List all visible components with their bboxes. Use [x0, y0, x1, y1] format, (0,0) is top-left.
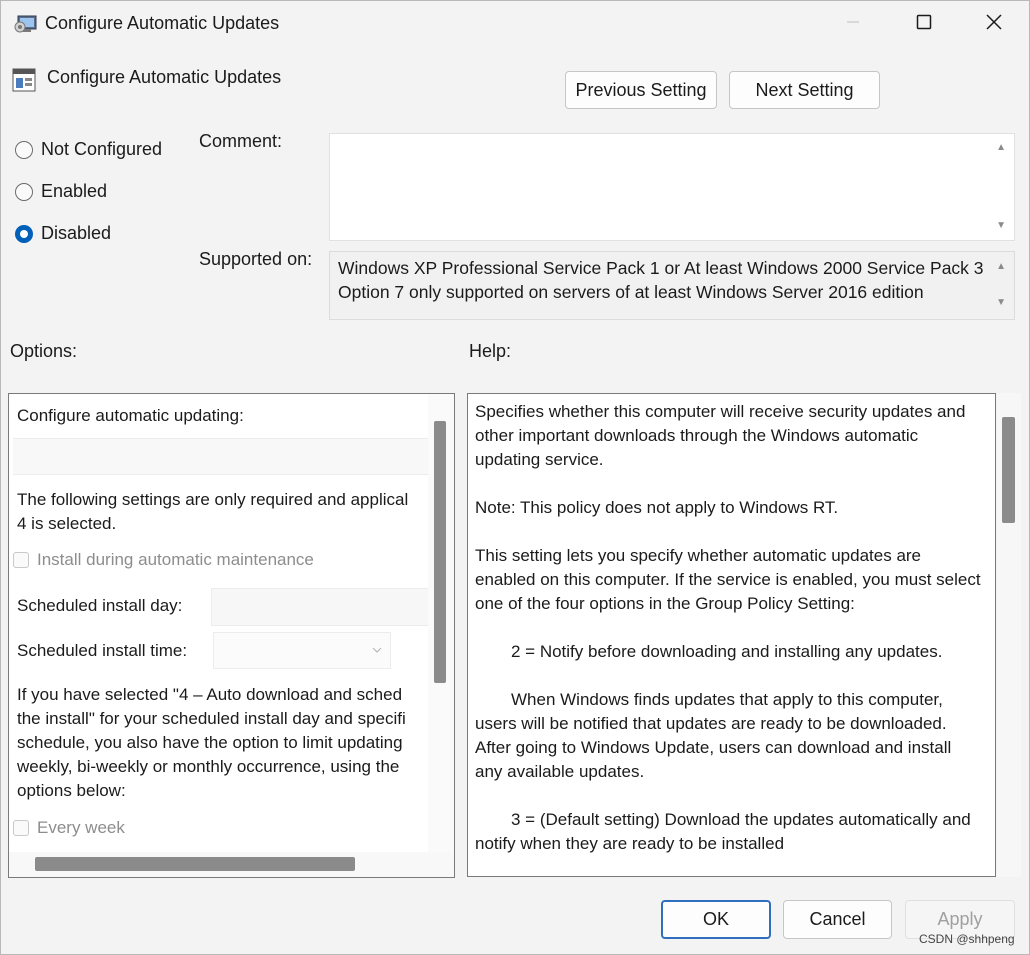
- cancel-label: Cancel: [809, 909, 866, 929]
- title-bar: Configure Automatic Updates: [1, 1, 1029, 49]
- options-panel: Configure automatic updating: The follow…: [8, 393, 455, 878]
- radio-enabled-indicator[interactable]: [15, 182, 33, 201]
- ok-label: OK: [702, 909, 729, 929]
- next-setting-label: Next Setting: [755, 79, 854, 100]
- help-text: Specifies whether this computer will rec…: [475, 400, 981, 876]
- supported-on-line-2: Option 7 only supported on servers of at…: [338, 282, 924, 302]
- help-paragraph: 3 = (Default setting) Download the updat…: [475, 810, 971, 853]
- supported-on-label: Supported on:: [199, 249, 313, 269]
- minimize-icon: [846, 15, 860, 34]
- radio-disabled-indicator[interactable]: [15, 224, 33, 243]
- next-setting-button[interactable]: Next Setting: [729, 71, 880, 109]
- scheduled-time-label: Scheduled install time:: [17, 641, 188, 660]
- help-vertical-scrollbar[interactable]: [997, 393, 1021, 877]
- install-maintenance-checkbox[interactable]: Install during automatic maintenance: [13, 550, 314, 570]
- options-info-line-1: If you have selected "4 – Auto download …: [17, 685, 403, 704]
- supported-on-box: Windows XP Professional Service Pack 1 o…: [329, 251, 1015, 320]
- comment-textarea[interactable]: ▲ ▼: [329, 133, 1015, 241]
- radio-disabled-label: Disabled: [41, 223, 112, 243]
- window-title: Configure Automatic Updates: [45, 13, 280, 33]
- install-maintenance-box[interactable]: [13, 552, 29, 568]
- comment-label: Comment:: [199, 131, 283, 151]
- options-info-line-2: the install" for your scheduled install …: [17, 709, 406, 728]
- radio-not-configured-label: Not Configured: [41, 139, 163, 159]
- help-paragraph: 2 = Notify before downloading and instal…: [511, 642, 943, 661]
- supported-on-line-1: Windows XP Professional Service Pack 1 o…: [338, 258, 984, 278]
- scheduled-day-label: Scheduled install day:: [17, 596, 183, 615]
- options-horizontal-scroll-thumb[interactable]: [35, 857, 355, 871]
- supported-scroll-down-icon[interactable]: ▼: [996, 297, 1006, 308]
- comment-scroll-up-icon[interactable]: ▲: [996, 142, 1006, 153]
- dialog-window: Configure Automatic Updates Configure Au…: [0, 0, 1030, 955]
- scheduled-time-select[interactable]: [213, 632, 391, 669]
- chevron-down-icon: [372, 642, 382, 660]
- every-week-label: Every week: [37, 818, 125, 837]
- configure-updating-dropdown[interactable]: [13, 438, 429, 475]
- install-maintenance-label: Install during automatic maintenance: [37, 550, 314, 569]
- options-info-line-5: options below:: [17, 781, 126, 800]
- ok-button[interactable]: OK: [661, 900, 771, 939]
- radio-not-configured-indicator[interactable]: [15, 140, 33, 159]
- options-label: Options:: [10, 341, 78, 361]
- help-paragraph: Note: This policy does not apply to Wind…: [475, 498, 839, 517]
- maximize-icon: [916, 14, 932, 35]
- close-button[interactable]: [960, 1, 1028, 47]
- radio-not-configured[interactable]: Not Configured: [15, 139, 162, 160]
- supported-scroll-up-icon[interactable]: ▲: [996, 261, 1006, 272]
- watermark: CSDN @shhpeng: [919, 932, 1015, 946]
- policy-title: Configure Automatic Updates: [47, 67, 282, 87]
- app-icon: [14, 13, 38, 35]
- options-info-line-3: schedule, you also have the option to li…: [17, 733, 403, 752]
- options-note-line-2: 4 is selected.: [17, 514, 117, 533]
- help-paragraph: This setting lets you specify whether au…: [475, 546, 981, 613]
- every-week-checkbox[interactable]: Every week: [13, 818, 125, 838]
- radio-enabled[interactable]: Enabled: [15, 181, 107, 202]
- options-info-line-4: weekly, bi-weekly or monthly occurrence,…: [17, 757, 400, 776]
- previous-setting-button[interactable]: Previous Setting: [565, 71, 717, 109]
- apply-label: Apply: [937, 909, 983, 929]
- configure-updating-label: Configure automatic updating:: [17, 406, 244, 425]
- close-icon: [986, 13, 1002, 35]
- maximize-button[interactable]: [890, 1, 958, 47]
- help-paragraph: Specifies whether this computer will rec…: [475, 402, 966, 469]
- help-vertical-scroll-thumb[interactable]: [1002, 417, 1015, 523]
- radio-enabled-label: Enabled: [41, 181, 108, 201]
- minimize-button[interactable]: [819, 1, 887, 47]
- radio-disabled[interactable]: Disabled: [15, 223, 111, 244]
- scheduled-day-select[interactable]: [211, 588, 429, 626]
- policy-icon: [12, 67, 36, 93]
- help-paragraph: When Windows finds updates that apply to…: [475, 690, 952, 781]
- help-panel: Specifies whether this computer will rec…: [467, 393, 996, 877]
- help-label: Help:: [469, 341, 512, 361]
- options-vertical-scroll-thumb[interactable]: [434, 421, 446, 683]
- options-horizontal-scrollbar[interactable]: [9, 852, 454, 877]
- comment-scroll-down-icon[interactable]: ▼: [996, 220, 1006, 231]
- every-week-box[interactable]: [13, 820, 29, 836]
- options-note-line-1: The following settings are only required…: [17, 490, 409, 509]
- previous-setting-label: Previous Setting: [575, 79, 707, 100]
- options-vertical-scrollbar[interactable]: [428, 394, 454, 852]
- cancel-button[interactable]: Cancel: [783, 900, 892, 939]
